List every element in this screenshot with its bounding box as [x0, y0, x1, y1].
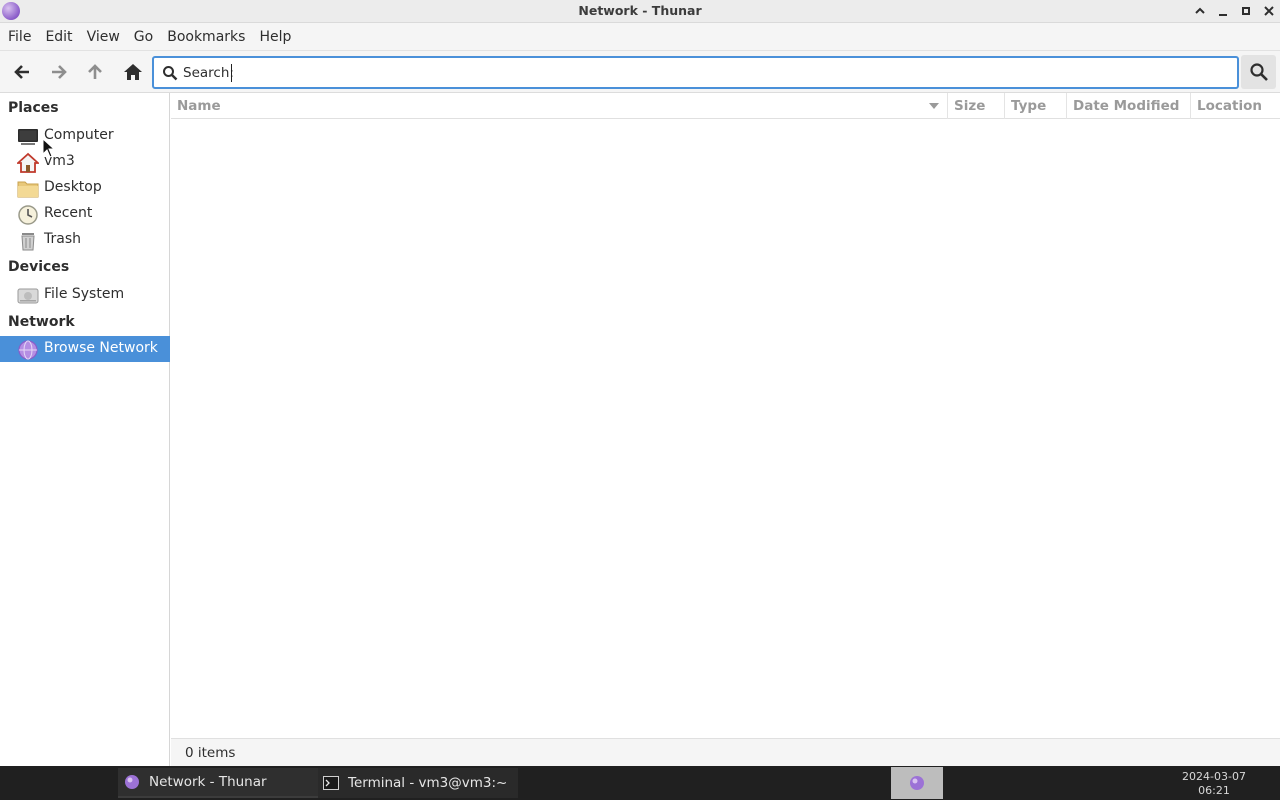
- text-caret: [231, 64, 232, 82]
- sidebar-item-label: Recent: [44, 205, 93, 221]
- column-size[interactable]: Size: [948, 93, 1005, 119]
- task-label: Network - Thunar: [149, 774, 267, 790]
- menu-edit[interactable]: Edit: [38, 23, 79, 51]
- close-button[interactable]: [1260, 2, 1278, 20]
- network-header: Network: [8, 314, 75, 330]
- title-bar: Network - Thunar: [0, 0, 1280, 23]
- drive-icon: [17, 288, 39, 304]
- search-icon: [163, 66, 178, 81]
- forward-button[interactable]: [46, 59, 72, 85]
- arrow-left-icon: [14, 65, 29, 79]
- clock-icon: [18, 205, 38, 225]
- arrow-right-icon: [52, 65, 67, 79]
- status-bar: 0 items: [171, 738, 1280, 766]
- places-header: Places: [8, 100, 59, 116]
- task-label: Terminal - vm3@vm3:~: [348, 775, 508, 791]
- sidebar-item-label: File System: [44, 286, 125, 302]
- back-button[interactable]: [9, 59, 35, 85]
- devices-header: Devices: [8, 259, 70, 275]
- sidebar-item-label: Desktop: [44, 179, 102, 195]
- sidebar-item-home[interactable]: vm3: [0, 149, 170, 175]
- sidebar-item-desktop[interactable]: Desktop: [0, 175, 170, 201]
- taskbar-task-thunar[interactable]: Network - Thunar: [118, 768, 318, 798]
- trash-icon: [21, 233, 35, 251]
- clock[interactable]: 2024-03-07 06:21: [1180, 770, 1248, 798]
- file-list-view[interactable]: Name Size Type Date Modified Location: [171, 93, 1280, 738]
- folder-icon: [17, 181, 39, 198]
- terminal-icon: [323, 776, 339, 790]
- mouse-pointer-icon: [42, 138, 56, 158]
- toolbar: Search:: [0, 51, 1280, 93]
- column-header-row: Name Size Type Date Modified Location: [171, 93, 1280, 119]
- thunar-icon: [125, 775, 139, 789]
- column-name[interactable]: Name: [171, 93, 948, 119]
- clock-date: 2024-03-07: [1182, 770, 1246, 783]
- menu-bar: File Edit View Go Bookmarks Help: [0, 23, 1280, 51]
- sidebar-item-label: Browse Network: [44, 340, 158, 356]
- computer-icon: [18, 129, 38, 145]
- network-icon: [18, 340, 38, 360]
- sidebar-item-recent[interactable]: Recent: [0, 201, 170, 227]
- clock-time: 06:21: [1198, 784, 1230, 797]
- minimize-icon: [1219, 14, 1227, 16]
- sidebar-item-browse-network[interactable]: Browse Network: [0, 336, 170, 362]
- tray-thunar-button[interactable]: [891, 767, 943, 799]
- column-location[interactable]: Location: [1191, 93, 1280, 119]
- maximize-button[interactable]: [1237, 2, 1255, 20]
- close-icon: [1264, 6, 1274, 16]
- chevron-up-icon: [1195, 7, 1205, 14]
- search-input[interactable]: [231, 61, 1221, 85]
- menu-view[interactable]: View: [80, 23, 127, 51]
- column-date-modified[interactable]: Date Modified: [1067, 93, 1191, 119]
- sidebar: Places Computer vm3 Desktop Recent Trash…: [0, 93, 170, 766]
- menu-file[interactable]: File: [1, 23, 38, 51]
- arrow-up-icon: [88, 64, 102, 79]
- thunar-icon: [910, 776, 924, 790]
- sidebar-item-file-system[interactable]: File System: [0, 282, 170, 308]
- taskbar: Network - Thunar Terminal - vm3@vm3:~ 20…: [0, 766, 1280, 800]
- up-button[interactable]: [82, 59, 108, 85]
- home-button[interactable]: [120, 59, 146, 85]
- home-icon: [124, 64, 142, 80]
- home-icon: [17, 152, 39, 173]
- sort-descending-icon: [929, 103, 939, 109]
- menu-help[interactable]: Help: [252, 23, 298, 51]
- maximize-icon: [1242, 7, 1250, 15]
- minimize-button[interactable]: [1214, 2, 1232, 20]
- sidebar-item-computer[interactable]: Computer: [0, 123, 170, 149]
- search-icon: [1249, 63, 1268, 81]
- taskbar-task-terminal[interactable]: Terminal - vm3@vm3:~: [318, 768, 518, 798]
- sidebar-item-label: Trash: [44, 231, 81, 247]
- search-label: Search:: [183, 65, 234, 81]
- menu-go[interactable]: Go: [127, 23, 160, 51]
- shade-button[interactable]: [1191, 2, 1209, 20]
- item-count: 0 items: [185, 745, 236, 761]
- menu-bookmarks[interactable]: Bookmarks: [160, 23, 252, 51]
- window-title: Network - Thunar: [578, 3, 702, 18]
- column-type[interactable]: Type: [1005, 93, 1067, 119]
- search-field[interactable]: Search:: [152, 56, 1239, 89]
- search-toggle-button[interactable]: [1241, 55, 1276, 89]
- sidebar-item-trash[interactable]: Trash: [0, 227, 170, 253]
